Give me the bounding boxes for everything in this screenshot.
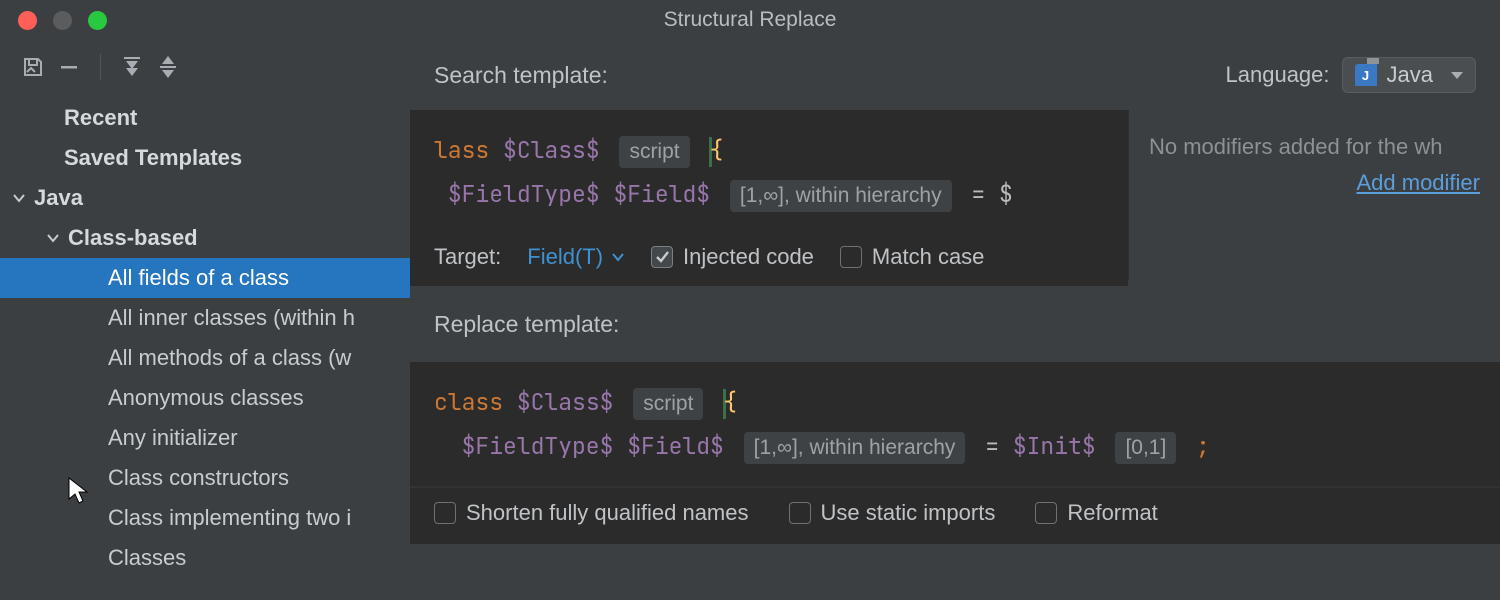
code-text: = $: [971, 179, 1012, 209]
filter-badge[interactable]: script: [619, 136, 689, 168]
template-tree[interactable]: Recent Saved Templates Java Class-based …: [0, 94, 410, 600]
code-brace: {: [723, 387, 737, 417]
tree-label: Class implementing two i: [108, 505, 351, 531]
code-variable: $Field$: [627, 431, 724, 461]
traffic-lights: [18, 11, 107, 30]
checkbox-label: Shorten fully qualified names: [466, 500, 749, 526]
search-template-label: Search template:: [434, 62, 608, 89]
zoom-window-icon[interactable]: [88, 11, 107, 30]
add-modifier-link[interactable]: Add modifier: [1149, 170, 1480, 196]
minimize-window-icon[interactable]: [53, 11, 72, 30]
save-template-icon[interactable]: [18, 52, 48, 82]
tree-label: All fields of a class: [108, 265, 289, 291]
tree-label: Saved Templates: [64, 145, 242, 171]
modifiers-panel: No modifiers added for the wh Add modifi…: [1128, 110, 1500, 280]
main-panel: Search template: Language: J Java lass $…: [410, 40, 1500, 600]
tree-item-all-inner[interactable]: All inner classes (within h: [0, 298, 410, 338]
tree-item-impl-two[interactable]: Class implementing two i: [0, 498, 410, 538]
modifiers-message: No modifiers added for the wh: [1149, 134, 1480, 160]
tree-item-all-methods[interactable]: All methods of a class (w: [0, 338, 410, 378]
remove-template-icon[interactable]: [54, 52, 84, 82]
search-template-editor[interactable]: lass $Class$ script { $FieldType$ $Field…: [410, 110, 1128, 286]
language-label: Language:: [1226, 62, 1330, 88]
sidebar-toolbar: [0, 40, 410, 94]
tree-java[interactable]: Java: [0, 178, 410, 218]
checkbox-unchecked-icon: [840, 246, 862, 268]
replace-options-row: Shorten fully qualified names Use static…: [410, 486, 1500, 544]
code-brace: {: [709, 135, 723, 165]
target-value: Field(T): [527, 244, 603, 270]
tree-label: Class constructors: [108, 465, 289, 491]
code-keyword: lass: [434, 135, 489, 165]
code-text: ;: [1196, 431, 1210, 461]
tree-label: Recent: [64, 105, 137, 131]
tree-item-all-fields[interactable]: All fields of a class: [0, 258, 410, 298]
filter-badge[interactable]: [1,∞], within hierarchy: [730, 180, 952, 212]
tree-label: Class-based: [68, 225, 198, 251]
language-value: Java: [1387, 62, 1433, 88]
tree-recent[interactable]: Recent: [0, 98, 410, 138]
match-case-checkbox[interactable]: Match case: [840, 244, 985, 270]
chevron-down-icon: [1451, 72, 1463, 79]
collapse-all-icon[interactable]: [153, 52, 183, 82]
code-variable: $FieldType$: [462, 431, 614, 461]
tree-label: All methods of a class (w: [108, 345, 351, 371]
filter-badge[interactable]: script: [633, 388, 703, 420]
checkbox-label: Reformat: [1067, 500, 1157, 526]
tree-label: Anonymous classes: [108, 385, 304, 411]
language-dropdown[interactable]: J Java: [1342, 57, 1476, 93]
tree-label: All inner classes (within h: [108, 305, 355, 331]
checkbox-label: Match case: [872, 244, 985, 270]
checkbox-unchecked-icon: [1035, 502, 1057, 524]
target-label: Target:: [434, 244, 501, 270]
tree-label: Java: [34, 185, 83, 211]
window-title: Structural Replace: [0, 8, 1500, 32]
java-file-icon: J: [1355, 64, 1377, 86]
tree-saved-templates[interactable]: Saved Templates: [0, 138, 410, 178]
code-keyword: class: [434, 387, 503, 417]
checkbox-label: Use static imports: [821, 500, 996, 526]
language-selector: Language: J Java: [1226, 57, 1476, 93]
code-text: =: [985, 431, 999, 461]
expand-all-icon[interactable]: [117, 52, 147, 82]
code-variable: $FieldType$: [448, 179, 600, 209]
checkbox-checked-icon: [651, 246, 673, 268]
chevron-down-icon[interactable]: [44, 229, 62, 247]
tree-item-constructors[interactable]: Class constructors: [0, 458, 410, 498]
tree-label: Any initializer: [108, 425, 238, 451]
code-variable: $Init$: [1013, 431, 1096, 461]
chevron-down-icon[interactable]: [10, 189, 28, 207]
title-bar: Structural Replace: [0, 0, 1500, 40]
shorten-fqn-checkbox[interactable]: Shorten fully qualified names: [434, 500, 749, 526]
tree-item-anon-classes[interactable]: Anonymous classes: [0, 378, 410, 418]
code-variable: $Class$: [503, 135, 600, 165]
target-dropdown[interactable]: Field(T): [527, 244, 625, 270]
injected-code-checkbox[interactable]: Injected code: [651, 244, 814, 270]
checkbox-label: Injected code: [683, 244, 814, 270]
replace-template-header: Replace template:: [410, 286, 1500, 362]
replace-template-label: Replace template:: [434, 311, 619, 338]
filter-badge[interactable]: [1,∞], within hierarchy: [744, 432, 966, 464]
tree-class-based[interactable]: Class-based: [0, 218, 410, 258]
search-template-header: Search template: Language: J Java: [410, 40, 1500, 110]
static-imports-checkbox[interactable]: Use static imports: [789, 500, 996, 526]
checkbox-unchecked-icon: [789, 502, 811, 524]
replace-template-editor[interactable]: class $Class$ script { $FieldType$ $Fiel…: [410, 362, 1500, 544]
template-sidebar: Recent Saved Templates Java Class-based …: [0, 40, 410, 600]
tree-item-any-init[interactable]: Any initializer: [0, 418, 410, 458]
tree-label: Classes: [108, 545, 186, 571]
code-variable: $Field$: [613, 179, 710, 209]
tree-item-classes[interactable]: Classes: [0, 538, 410, 578]
close-window-icon[interactable]: [18, 11, 37, 30]
search-options-row: Target: Field(T) Injected code Match cas…: [410, 234, 1128, 286]
filter-badge[interactable]: [0,1]: [1115, 432, 1176, 464]
reformat-checkbox[interactable]: Reformat: [1035, 500, 1157, 526]
toolbar-separator: [100, 54, 101, 80]
code-variable: $Class$: [517, 387, 614, 417]
checkbox-unchecked-icon: [434, 502, 456, 524]
